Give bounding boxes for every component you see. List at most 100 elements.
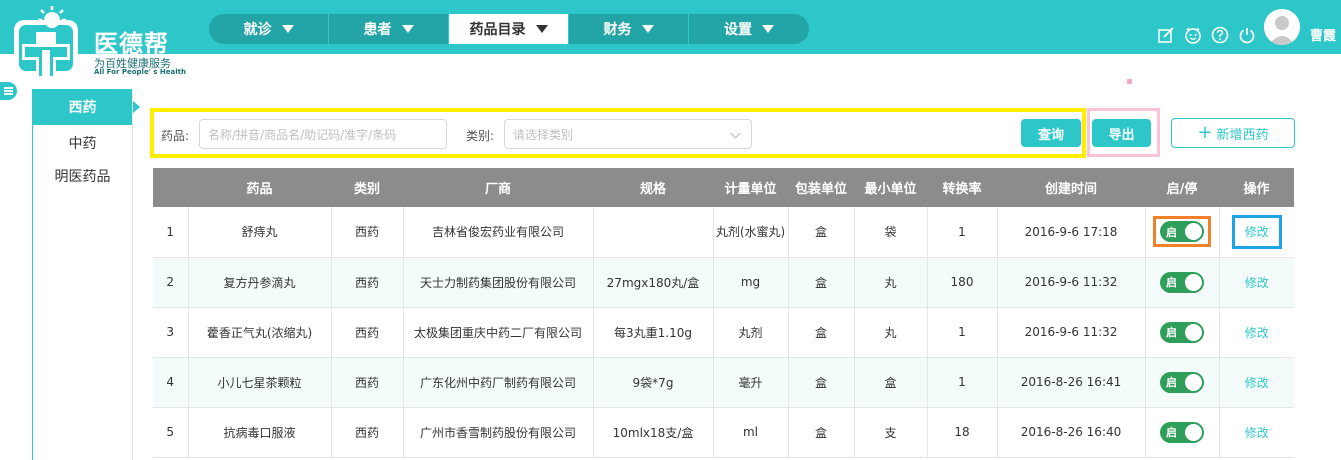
nav-item-finance[interactable]: 财务 [569,14,689,44]
cell-category: 西药 [330,257,403,308]
cell-min-unit: 丸 [853,307,927,358]
table-row[interactable]: 4 小儿七星茶颗粒 西药 广东化州中药厂制药有限公司 9袋*7g 毫升 盒 盒 … [153,357,1294,408]
add-western-drug-button[interactable]: + 新增西药 [1171,118,1295,148]
caret-down-icon [641,25,654,33]
cell-actions: 修改 [1218,407,1294,458]
app-tagline-en: All For People' s Health [94,68,186,76]
cell-conversion-rate: 18 [926,407,997,458]
edit-link[interactable]: 修改 [1245,376,1269,390]
user-avatar-icon [1264,9,1300,45]
enable-toggle[interactable]: 启 [1160,371,1204,393]
edit-link[interactable]: 修改 [1245,426,1269,440]
cell-created-time: 2016-9-6 11:32 [996,307,1145,358]
cell-created-time: 2016-9-6 17:18 [996,207,1145,258]
sidebar-item-chinese-medicine[interactable]: 中药 [33,125,132,161]
edit-icon[interactable] [1157,26,1175,44]
toggle-knob [1185,423,1202,441]
cell-manufacturer: 天士力制药集团股份有限公司 [402,257,593,308]
cell-spec: 10mlx18支/盒 [592,407,713,458]
nav-item-visit[interactable]: 就诊 [209,14,329,44]
chevron-down-icon [730,128,741,139]
nav-item-label: 设置 [724,22,752,38]
cell-category: 西药 [330,307,403,358]
cell-created-time: 2016-8-26 16:41 [996,357,1145,408]
caret-down-icon [281,25,294,33]
cell-enable: 启 [1144,207,1219,258]
table-row[interactable]: 5 抗病毒口服液 西药 广州市香雪制药股份有限公司 10mlx18支/盒 ml … [153,407,1294,458]
cell-package-unit: 盒 [787,407,854,458]
table-row[interactable]: 3 藿香正气丸(浓缩丸) 西药 太极集团重庆中药二厂有限公司 每3丸重1.10g… [153,307,1294,358]
plus-icon: + [1197,122,1213,143]
column-header-spec: 规格 [593,168,713,207]
column-header-actions: 操作 [1219,168,1294,207]
cell-index: 3 [153,307,188,358]
cell-drug-name: 舒痔丸 [187,207,331,258]
toggle-label: 启 [1166,426,1177,439]
toggle-label: 启 [1166,276,1177,289]
cell-index: 1 [153,207,188,258]
cell-category: 西药 [330,207,403,258]
sidebar: 西药 中药 明医药品 [32,89,140,460]
toggle-knob [1185,323,1202,341]
menu-toggle-button[interactable] [0,82,17,100]
nav-item-settings[interactable]: 设置 [689,14,809,44]
top-toolbar [1157,26,1256,44]
cell-package-unit: 盒 [787,307,854,358]
edit-link[interactable]: 修改 [1245,225,1269,239]
category-select[interactable]: 请选择类别 [504,119,752,149]
column-header-drug: 药品 [188,168,331,207]
toggle-label: 启 [1166,376,1177,389]
cell-index: 5 [153,407,188,458]
cell-measure-unit: 毫升 [712,357,788,408]
help-icon[interactable] [1211,26,1229,44]
cell-spec: 27mgx180丸/盒 [592,257,713,308]
nav-item-label: 就诊 [243,22,272,38]
nav-item-drug-catalog[interactable]: 药品目录 [449,14,569,44]
column-header-manufacturer: 厂商 [403,168,593,207]
cell-manufacturer: 太极集团重庆中药二厂有限公司 [402,307,593,358]
enable-toggle[interactable]: 启 [1160,271,1204,293]
cell-enable: 启 [1144,257,1219,308]
smile-icon[interactable] [1184,26,1202,44]
table-row[interactable]: 1 舒痔丸 西药 吉林省俊宏药业有限公司 丸剂(水蜜丸) 盒 袋 1 2016-… [153,207,1294,258]
cell-min-unit: 丸 [853,257,927,308]
nav-item-label: 财务 [603,22,632,38]
nav-item-label: 患者 [363,22,392,38]
cell-drug-name: 小儿七星茶颗粒 [187,357,331,408]
nav-item-patients[interactable]: 患者 [329,14,449,44]
enable-toggle[interactable]: 启 [1160,221,1204,243]
toggle-highlight: 启 [1153,216,1211,248]
table-row[interactable]: 2 复方丹参滴丸 西药 天士力制药集团股份有限公司 27mgx180丸/盒 mg… [153,257,1294,308]
enable-toggle[interactable]: 启 [1160,321,1204,343]
cell-created-time: 2016-8-26 16:40 [996,407,1145,458]
cell-package-unit: 盒 [787,207,854,258]
cell-spec: 每3丸重1.10g [592,307,713,358]
cell-conversion-rate: 180 [926,257,997,308]
cell-spec: 9袋*7g [592,357,713,408]
main-nav: 就诊 患者 药品目录 财务 设置 [209,14,809,44]
query-button[interactable]: 查询 [1021,119,1081,147]
sidebar-item-mingyi-drugs[interactable]: 明医药品 [33,161,132,191]
toggle-knob [1185,373,1202,391]
caret-down-icon [762,25,774,33]
edit-link[interactable]: 修改 [1245,276,1269,290]
cell-category: 西药 [330,357,403,408]
cell-measure-unit: mg [712,257,788,308]
column-header-index [153,168,188,207]
category-select-placeholder: 请选择类别 [513,127,574,142]
app-logo[interactable]: 医德帮 为百姓健康服务 All For People' s Health [12,6,192,78]
edit-link[interactable]: 修改 [1245,326,1269,340]
power-icon[interactable] [1238,26,1256,44]
drug-search-input[interactable]: 名称/拼音/商品名/助记码/准字/条码 [199,119,447,149]
drug-table: 药品 类别 厂商 规格 计量单位 包装单位 最小单位 转换率 创建时间 启/停 … [153,168,1294,458]
username[interactable]: 曹霞 [1310,25,1336,44]
sidebar-item-western-medicine[interactable]: 西药 [33,89,140,125]
cell-enable: 启 [1144,307,1219,358]
avatar[interactable] [1264,9,1300,45]
logo-mark-icon [14,6,78,76]
export-button[interactable]: 导出 [1092,119,1151,147]
caret-down-icon [535,25,548,33]
cell-conversion-rate: 1 [926,207,997,258]
enable-toggle[interactable]: 启 [1160,421,1204,443]
cell-enable: 启 [1144,357,1219,408]
